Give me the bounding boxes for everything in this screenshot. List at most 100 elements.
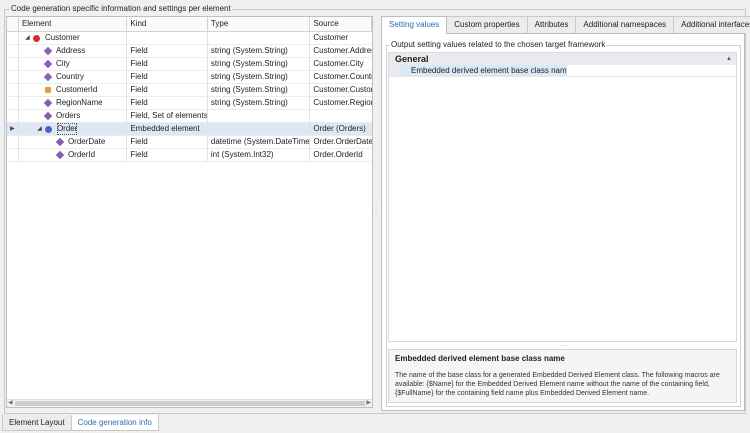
table-row[interactable]: Orders Field, Set of elements <box>7 110 372 123</box>
row-indicator[interactable] <box>7 97 19 109</box>
column-header-source[interactable]: Source <box>310 17 372 32</box>
property-row-margin <box>389 65 399 76</box>
expand-toggle-icon[interactable]: ◢ <box>24 32 31 44</box>
cell-kind[interactable]: Field <box>127 45 208 57</box>
row-indicator[interactable]: ▶ <box>7 123 19 135</box>
cell-element[interactable]: ◢ Customer <box>19 32 128 44</box>
column-header-type[interactable]: Type <box>208 17 311 32</box>
cell-source[interactable]: Customer.Address <box>310 45 372 57</box>
row-indicator[interactable] <box>7 110 19 122</box>
field-icon <box>43 98 53 108</box>
table-row[interactable]: ◢ Customer Customer <box>7 32 372 45</box>
splitter-grip-icon[interactable]: · · · · <box>374 203 378 219</box>
row-indicator[interactable] <box>7 136 19 148</box>
cell-kind[interactable]: Field <box>127 97 208 109</box>
cell-element[interactable]: RegionName <box>19 97 128 109</box>
column-header-kind[interactable]: Kind <box>127 17 208 32</box>
element-name: Order <box>56 123 78 135</box>
row-indicator[interactable] <box>7 71 19 83</box>
cell-type[interactable]: string (System.String) <box>208 84 311 96</box>
row-indicator[interactable] <box>7 84 19 96</box>
cell-kind[interactable] <box>127 32 208 44</box>
setting-values-panel: Output setting values related to the cho… <box>381 33 745 411</box>
table-row[interactable]: CustomerId Field string (System.String) Cus… <box>7 84 372 97</box>
cell-type[interactable]: string (System.String) <box>208 71 311 83</box>
cell-element[interactable]: City <box>19 58 128 70</box>
property-category[interactable]: General ▲ <box>389 53 736 65</box>
cell-type[interactable]: string (System.String) <box>208 58 311 70</box>
row-indicator[interactable] <box>7 149 19 161</box>
tab-custom-properties[interactable]: Custom properties <box>446 16 528 33</box>
cell-source[interactable]: Customer.RegionName <box>310 97 372 109</box>
tab-attributes[interactable]: Attributes <box>526 16 577 33</box>
table-row[interactable]: OrderDate Field datetime (System.DateTime)… <box>7 136 372 149</box>
cell-element[interactable]: CustomerId <box>19 84 128 96</box>
cell-type[interactable]: int (System.Int32) <box>208 149 311 161</box>
cell-type[interactable]: string (System.String) <box>208 97 311 109</box>
property-name[interactable]: Embedded derived element base class name <box>399 65 567 76</box>
cell-source[interactable]: Customer.City <box>310 58 372 70</box>
table-row[interactable]: ▶ ◢ Order Embedded element Order (Orders) <box>7 123 372 136</box>
bottom-tabs: Element Layout Code generation info <box>0 415 750 433</box>
table-row[interactable]: Country Field string (System.String) Custom… <box>7 71 372 84</box>
cell-type[interactable] <box>208 123 311 135</box>
tab-element-layout[interactable]: Element Layout <box>2 415 72 431</box>
element-name: OrderDate <box>67 137 106 146</box>
cell-kind[interactable]: Field <box>127 71 208 83</box>
embedded-element-icon <box>44 125 52 133</box>
cell-source[interactable]: Customer <box>310 32 372 44</box>
scroll-right-icon[interactable]: ▶ <box>366 400 371 407</box>
cell-element[interactable]: OrderId <box>19 149 128 161</box>
cell-source[interactable]: Customer.CustomerId <box>310 84 372 96</box>
tab-setting-values[interactable]: Setting values <box>381 16 448 34</box>
cell-element[interactable]: Address <box>19 45 128 57</box>
property-value-input[interactable] <box>567 65 736 76</box>
cell-kind[interactable]: Embedded element <box>127 123 208 135</box>
element-name: City <box>55 59 70 68</box>
scroll-left-icon[interactable]: ◀ <box>8 400 13 407</box>
property-row[interactable]: Embedded derived element base class name <box>389 65 736 77</box>
cell-kind[interactable]: Field, Set of elements <box>127 110 208 122</box>
horizontal-scrollbar[interactable]: ◀ ▶ <box>7 399 372 407</box>
field-icon <box>43 46 53 56</box>
cell-kind[interactable]: Field <box>127 136 208 148</box>
column-header-element[interactable]: Element <box>19 17 128 32</box>
cell-source[interactable]: Order (Orders) <box>310 123 372 135</box>
cell-kind[interactable]: Field <box>127 84 208 96</box>
element-name: CustomerId <box>55 85 98 94</box>
cell-source[interactable]: Order.OrderId <box>310 149 372 161</box>
cell-source[interactable] <box>310 110 372 122</box>
field-icon <box>43 59 53 69</box>
table-row[interactable]: RegionName Field string (System.String) Cus… <box>7 97 372 110</box>
element-tree-grid[interactable]: Element Kind Type Source ◢ Customer Custom… <box>6 16 373 408</box>
cell-source[interactable]: Order.OrderDate <box>310 136 372 148</box>
scrollbar-thumb[interactable] <box>15 401 365 406</box>
table-row[interactable]: Address Field string (System.String) Custom… <box>7 45 372 58</box>
cell-type[interactable]: datetime (System.DateTime) <box>208 136 311 148</box>
table-row[interactable]: OrderId Field int (System.Int32) Order.Orde… <box>7 149 372 162</box>
description-title: Embedded derived element base class name <box>395 354 565 363</box>
tab-additional-namespaces[interactable]: Additional namespaces <box>575 16 675 33</box>
row-indicator[interactable] <box>7 58 19 70</box>
row-indicator[interactable] <box>7 45 19 57</box>
cell-kind[interactable]: Field <box>127 149 208 161</box>
cell-element[interactable]: Orders <box>19 110 128 122</box>
field-icon <box>55 137 65 147</box>
table-row[interactable]: City Field string (System.String) Customer.… <box>7 58 372 71</box>
cell-type[interactable]: string (System.String) <box>208 45 311 57</box>
collapse-up-icon[interactable]: ▲ <box>726 53 732 65</box>
cell-type[interactable] <box>208 110 311 122</box>
cell-kind[interactable]: Field <box>127 58 208 70</box>
field-icon <box>43 72 53 82</box>
row-indicator[interactable] <box>7 32 19 44</box>
description-panel: Embedded derived element base class name… <box>388 349 737 403</box>
tab-code-generation-info[interactable]: Code generation info <box>70 415 159 431</box>
cell-element[interactable]: OrderDate <box>19 136 128 148</box>
tab-additional-interfaces[interactable]: Additional interfaces <box>673 16 750 33</box>
cell-element[interactable]: ◢ Order <box>19 123 128 135</box>
cell-source[interactable]: Customer.Country <box>310 71 372 83</box>
expand-toggle-icon[interactable]: ◢ <box>36 123 43 135</box>
cell-type[interactable] <box>208 32 311 44</box>
property-grid[interactable]: General ▲ Embedded derived element base … <box>388 52 737 342</box>
cell-element[interactable]: Country <box>19 71 128 83</box>
